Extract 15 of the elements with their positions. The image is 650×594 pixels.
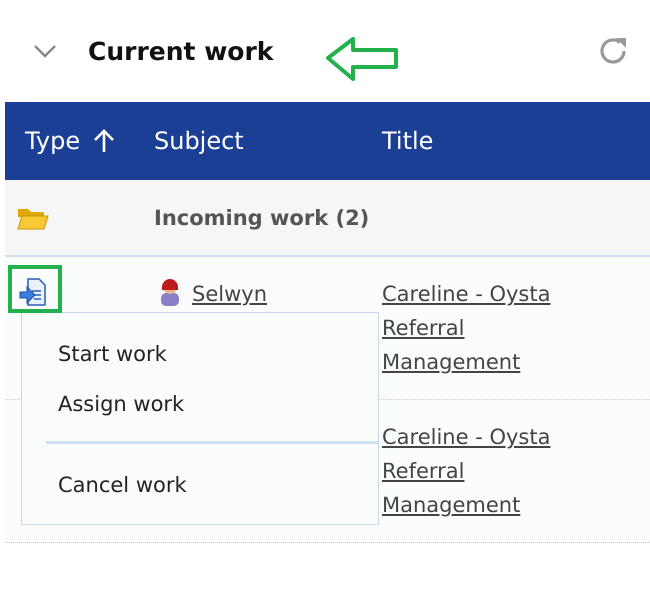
- title-link[interactable]: Careline - Oysta Referral Management: [382, 420, 597, 522]
- column-header[interactable]: Title: [377, 102, 650, 180]
- menu-item[interactable]: Assign work: [22, 379, 378, 429]
- column-header[interactable]: Type: [5, 102, 149, 180]
- panel-title: Current work: [88, 36, 274, 66]
- subject-link[interactable]: Selwyn: [192, 277, 267, 311]
- document-arrow-icon[interactable]: [18, 277, 48, 307]
- title-link[interactable]: Careline - Oysta Referral Management: [382, 277, 597, 379]
- chevron-down-icon[interactable]: [32, 43, 58, 59]
- person-icon: [158, 277, 182, 307]
- group-label: Incoming work (2): [153, 206, 370, 230]
- column-header[interactable]: Subject: [149, 102, 377, 180]
- menu-item[interactable]: Start work: [22, 329, 378, 379]
- sort-up-icon[interactable]: [92, 128, 116, 154]
- menu-item[interactable]: Cancel work: [22, 460, 378, 510]
